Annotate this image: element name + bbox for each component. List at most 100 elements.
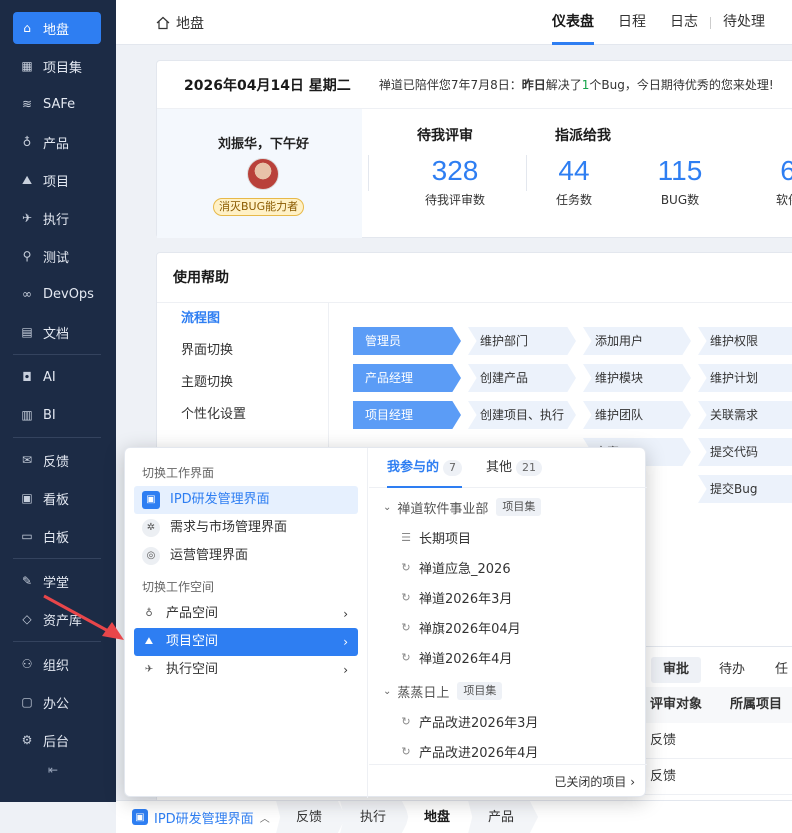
flow-step[interactable]: 创建产品: [468, 364, 576, 392]
project-item[interactable]: ↻ 产品改进2026年4月: [369, 736, 647, 766]
sidebar-item-qa[interactable]: ⚲ 测试: [13, 240, 101, 272]
sidebar-item-label: 项目: [43, 174, 70, 190]
flow-step[interactable]: 添加用户: [583, 327, 691, 355]
tab-pending[interactable]: 待办: [707, 657, 757, 683]
help-menu-flowchart[interactable]: 流程图: [157, 303, 328, 335]
assigned-title: 指派给我: [555, 128, 611, 144]
sidebar-item-bi[interactable]: ▥ BI: [13, 399, 101, 431]
open-tab-product[interactable]: 产品: [468, 800, 539, 833]
tab-other-projects[interactable]: 其他 21: [486, 448, 543, 488]
space-item-project[interactable]: ⛰ 项目空间 ›: [134, 628, 358, 656]
whiteboard-icon: ▭: [21, 529, 33, 543]
tab-approval[interactable]: 审批: [651, 657, 702, 683]
breadcrumb[interactable]: 地盘: [156, 13, 204, 33]
home-icon: [156, 16, 170, 30]
help-menu-theme[interactable]: 主题切换: [157, 367, 328, 399]
project-item[interactable]: ↻ 禅旗2026年04月: [369, 612, 647, 642]
chevron-down-icon: ⌄: [383, 685, 392, 697]
sidebar-item-ai[interactable]: ◘ AI: [13, 361, 101, 393]
flow-role[interactable]: 项目经理: [353, 401, 461, 429]
stat-review[interactable]: 328 待我评审数: [412, 153, 498, 208]
grid-icon: ▦: [21, 59, 33, 73]
sidebar-item-program[interactable]: ▦ 项目集: [13, 50, 101, 82]
flow-step[interactable]: 提交Bug: [698, 475, 792, 503]
target-icon: ◎: [142, 547, 160, 565]
bulb-icon: ♁: [145, 608, 153, 619]
workspace-switcher[interactable]: ▣ IPD研发管理界面 ︿: [116, 801, 282, 833]
flow-step[interactable]: 维护团队: [583, 401, 691, 429]
ui-item-market[interactable]: ✲ 需求与市场管理界面: [134, 514, 358, 542]
divider: [13, 354, 101, 355]
count-badge: 21: [516, 459, 543, 476]
sidebar-item-label: 执行: [43, 212, 70, 228]
review-title: 待我评审: [417, 128, 473, 144]
tab-task[interactable]: 任: [763, 657, 792, 683]
flow-role[interactable]: 管理员: [353, 327, 461, 355]
tab-log[interactable]: 日志: [658, 0, 710, 45]
project-item[interactable]: ☰ 长期项目: [369, 522, 647, 552]
flow-step[interactable]: 维护部门: [468, 327, 576, 355]
sidebar-item-label: SAFe: [43, 96, 76, 112]
avatar[interactable]: [247, 158, 279, 190]
stat-bugs[interactable]: 115 BUG数: [650, 153, 710, 208]
collapse-sidebar-icon[interactable]: ⇤: [48, 763, 64, 779]
program-group[interactable]: ⌄ 蒸蒸日上 项目集: [369, 676, 647, 706]
stat-tasks[interactable]: 44 任务数: [544, 153, 604, 208]
project-item[interactable]: ↻ 禅道2026年3月: [369, 582, 647, 612]
flow-role[interactable]: 产品经理: [353, 364, 461, 392]
table-row[interactable]: 反馈: [637, 723, 792, 759]
sidebar-item-execution[interactable]: ✈ 执行: [13, 202, 101, 234]
help-menu-ui-switch[interactable]: 界面切换: [157, 335, 328, 367]
chevron-up-icon: ︿: [259, 813, 270, 825]
tab-todo[interactable]: 待处理: [711, 0, 777, 45]
project-item[interactable]: ↻ 禅道2026年4月: [369, 642, 647, 672]
table-row[interactable]: 反馈: [637, 759, 792, 795]
sidebar-item-kanban[interactable]: ▣ 看板: [13, 482, 101, 514]
sidebar-item-whiteboard[interactable]: ▭ 白板: [13, 520, 101, 552]
sidebar-item-doc[interactable]: ▤ 文档: [13, 316, 101, 348]
stat-software[interactable]: 6软件: [763, 153, 792, 208]
sidebar-item-feedback[interactable]: ✉ 反馈: [13, 444, 101, 476]
open-tab-execution[interactable]: 执行: [340, 800, 411, 833]
tab-dashboard[interactable]: 仪表盘: [540, 0, 606, 45]
robot-icon: ◘: [22, 370, 32, 384]
sidebar-item-admin[interactable]: ⚙ 后台: [13, 724, 101, 756]
flow-step[interactable]: 维护模块: [583, 364, 691, 392]
ui-item-ipd[interactable]: ▣ IPD研发管理界面: [134, 486, 358, 514]
flow-step[interactable]: 创建项目、执行: [468, 401, 576, 429]
sidebar-item-devops[interactable]: ∞ DevOps: [13, 278, 101, 310]
monitor-icon: ▣: [132, 809, 148, 825]
popup-right-panel: 我参与的 7 其他 21 ⌄ 禅道软件事业部 项目集 ☰ 长期项目 ↻ 禅道应急_2026 …: [369, 448, 647, 798]
open-tab-dashboard[interactable]: 地盘: [404, 800, 475, 833]
flow-step[interactable]: 提交代码: [698, 438, 792, 466]
welcome-panel: 2026年04月14日 星期二 禅道已陪伴您7年7月8日：昨日解决了1个Bug，…: [156, 60, 792, 238]
layers-icon: ≋: [21, 97, 33, 111]
sidebar-item-office[interactable]: ▢ 办公: [13, 686, 101, 718]
section-title: 切换工作界面: [142, 466, 215, 480]
tab-calendar[interactable]: 日程: [606, 0, 658, 45]
program-group[interactable]: ⌄ 禅道软件事业部 项目集: [369, 492, 647, 522]
top-tabs: 仪表盘 日程 日志 待处理: [540, 0, 777, 45]
sidebar-item-dashboard[interactable]: ⌂ 地盘: [13, 12, 101, 44]
sidebar-item-label: 后台: [43, 734, 70, 750]
flow-step[interactable]: 维护权限: [698, 327, 792, 355]
closed-projects-link[interactable]: 已关闭的项目 ›: [369, 764, 647, 798]
space-item-product[interactable]: ♁ 产品空间 ›: [134, 600, 358, 628]
help-menu-personalize[interactable]: 个性化设置: [157, 399, 328, 431]
sidebar-item-project[interactable]: ⛰ 项目: [13, 164, 101, 196]
ui-item-operation[interactable]: ◎ 运营管理界面: [134, 542, 358, 570]
divider: [368, 155, 369, 191]
flow-step[interactable]: 维护计划: [698, 364, 792, 392]
breadcrumb-label: 地盘: [176, 16, 204, 32]
open-tab-feedback[interactable]: 反馈: [276, 800, 347, 833]
sidebar-item-product[interactable]: ♁ 产品: [13, 126, 101, 158]
chevron-right-icon: ›: [343, 663, 348, 677]
office-icon: ▢: [21, 695, 33, 709]
tab-my-projects[interactable]: 我参与的 7: [387, 448, 463, 488]
project-item[interactable]: ↻ 产品改进2026年3月: [369, 706, 647, 736]
flow-step[interactable]: 关联需求: [698, 401, 792, 429]
project-item[interactable]: ↻ 禅道应急_2026: [369, 552, 647, 582]
sidebar-item-org[interactable]: ⚇ 组织: [13, 648, 101, 680]
sidebar-item-safe[interactable]: ≋ SAFe: [13, 88, 101, 120]
space-item-execution[interactable]: ✈ 执行空间 ›: [134, 656, 358, 684]
